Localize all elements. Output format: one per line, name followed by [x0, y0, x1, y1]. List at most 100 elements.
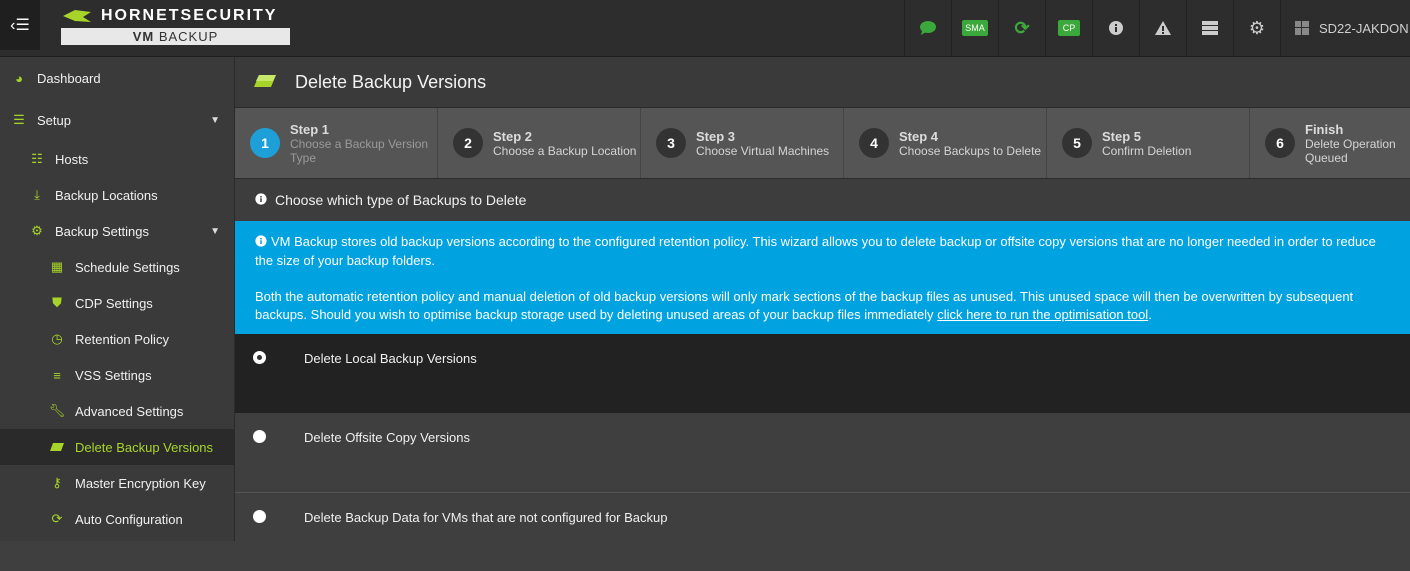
option-unconfigured-vm-data[interactable]: Delete Backup Data for VMs that are not …: [235, 492, 1410, 571]
step-number: 3: [656, 128, 686, 158]
sidebar-item-vss-settings[interactable]: ≡ VSS Settings: [0, 357, 234, 393]
step-number: 2: [453, 128, 483, 158]
refresh-button[interactable]: ⟳: [998, 0, 1045, 56]
sidebar-item-dashboard[interactable]: ◕ Dashboard: [0, 57, 234, 99]
radio-dot: [257, 355, 262, 360]
warning-button[interactable]: [1139, 0, 1186, 56]
page-header: Delete Backup Versions: [235, 57, 1410, 108]
step-description: Choose a Backup Version Type: [290, 136, 429, 165]
bars-icon: ≡: [53, 367, 61, 383]
wizard-step[interactable]: 6 Finish Delete Operation Queued: [1250, 108, 1410, 178]
cp-badge: CP: [1057, 20, 1081, 36]
wrench-icon: 🔧︎: [48, 403, 66, 418]
sidebar-item-label: Retention Policy: [75, 331, 169, 347]
sidebar-item-label: CDP Settings: [75, 295, 153, 311]
sidebar-item-label: VSS Settings: [75, 367, 152, 383]
option-offsite-copy-versions[interactable]: Delete Offsite Copy Versions: [235, 413, 1410, 492]
server-name: SD22-JAKDON: [1319, 20, 1409, 36]
chat-icon: [920, 21, 936, 35]
menu-toggle-button[interactable]: ‹☰: [0, 0, 40, 50]
sidebar-item-backup-settings[interactable]: ⚙ Backup Settings ▼: [0, 213, 234, 249]
info-paragraph: VM Backup stores old backup versions acc…: [255, 234, 1376, 268]
chevron-down-icon: ▼: [210, 114, 220, 126]
option-local-backup-versions[interactable]: Delete Local Backup Versions: [235, 334, 1410, 413]
sidebar-item-master-encryption-key[interactable]: ⚷ Master Encryption Key: [0, 465, 234, 501]
sidebar-item-retention-policy[interactable]: ◷ Retention Policy: [0, 321, 234, 357]
server-list-button[interactable]: [1186, 0, 1233, 56]
key-icon: ⚷: [52, 475, 62, 490]
step-title: Step 3: [696, 128, 736, 144]
section-title-text: Choose which type of Backups to Delete: [275, 192, 527, 208]
info-icon: [255, 234, 267, 252]
radio-button[interactable]: [253, 351, 266, 364]
eraser-icon: [253, 72, 277, 93]
sma-badge: SMA: [962, 20, 988, 36]
info-icon: [255, 192, 267, 208]
shield-icon: ⛊: [52, 295, 62, 310]
menu-collapse-icon: ‹☰: [10, 17, 30, 34]
refresh-icon: ⟳: [51, 511, 63, 526]
logo: HORNETSECURITY VM BACKUP: [61, 6, 290, 45]
wizard-step[interactable]: 2 Step 2 Choose a Backup Location: [438, 108, 641, 178]
step-number: 4: [859, 128, 889, 158]
top-bar: ‹☰ HORNETSECURITY VM BACKUP SMA ⟳ CP ⚙ S…: [0, 0, 1410, 57]
server-selector[interactable]: SD22-JAKDON: [1280, 0, 1410, 56]
option-label: Delete Backup Data for VMs that are not …: [304, 510, 668, 525]
option-label: Delete Offsite Copy Versions: [304, 430, 470, 445]
radio-button[interactable]: [253, 510, 266, 523]
download-icon: ⤓: [34, 187, 40, 202]
radio-button[interactable]: [253, 430, 266, 443]
warning-icon: [1155, 21, 1171, 35]
step-number: 6: [1265, 128, 1295, 158]
sidebar-item-auto-configuration[interactable]: ⟳ Auto Configuration: [0, 501, 234, 537]
hornet-icon: [63, 10, 91, 22]
wizard-step[interactable]: 4 Step 4 Choose Backups to Delete: [844, 108, 1047, 178]
option-label: Delete Local Backup Versions: [304, 351, 477, 366]
refresh-icon: ⟳: [1014, 17, 1030, 38]
gears-icon: ⚙: [31, 223, 43, 238]
info-button[interactable]: [1092, 0, 1139, 56]
sidebar-item-cdp-settings[interactable]: ⛊ CDP Settings: [0, 285, 234, 321]
section-title: Choose which type of Backups to Delete: [235, 179, 1410, 221]
settings-button[interactable]: ⚙: [1233, 0, 1280, 56]
sliders-icon: ☰: [13, 112, 25, 127]
sidebar-item-delete-backup-versions[interactable]: Delete Backup Versions: [0, 429, 234, 465]
step-title: Step 4: [899, 128, 939, 144]
server-list-icon: [1202, 21, 1218, 35]
info-box: VM Backup stores old backup versions acc…: [235, 221, 1410, 334]
sidebar-item-hosts[interactable]: ☷ Hosts: [0, 141, 234, 177]
main-content: Delete Backup Versions 1 Step 1 Choose a…: [235, 57, 1410, 541]
step-description: Choose Backups to Delete: [899, 143, 1042, 158]
gears-icon: ⚙: [1248, 17, 1266, 38]
wizard-step[interactable]: 5 Step 5 Confirm Deletion: [1047, 108, 1250, 178]
cp-button[interactable]: CP: [1045, 0, 1092, 56]
step-number: 1: [250, 128, 280, 158]
sidebar-item-label: Hosts: [55, 151, 89, 167]
step-title: Step 1: [290, 121, 330, 137]
sma-button[interactable]: SMA: [951, 0, 998, 56]
chat-button[interactable]: [904, 0, 951, 56]
sidebar-item-label: Auto Configuration: [75, 511, 183, 527]
wizard-step[interactable]: 3 Step 3 Choose Virtual Machines: [641, 108, 844, 178]
calendar-icon: ▦: [50, 259, 64, 274]
sidebar-item-advanced-settings[interactable]: 🔧︎ Advanced Settings: [0, 393, 234, 429]
optimisation-tool-link[interactable]: click here to run the optimisation tool: [937, 307, 1148, 322]
step-description: Delete Operation Queued: [1305, 136, 1396, 165]
sidebar-item-backup-locations[interactable]: ⤓ Backup Locations: [0, 177, 234, 213]
list-icon: ☷: [31, 151, 43, 166]
chevron-down-icon: ▼: [210, 225, 220, 237]
step-title: Step 2: [493, 128, 533, 144]
wizard-steps: 1 Step 1 Choose a Backup Version Type 2 …: [235, 108, 1410, 179]
sidebar-item-schedule-settings[interactable]: ▦ Schedule Settings: [0, 249, 234, 285]
step-description: Choose Virtual Machines: [696, 143, 830, 158]
windows-icon: [1295, 21, 1309, 35]
wizard-step[interactable]: 1 Step 1 Choose a Backup Version Type: [235, 108, 438, 178]
sidebar-item-label: Backup Locations: [55, 187, 158, 203]
page-title: Delete Backup Versions: [295, 71, 487, 92]
logo-text: HORNETSECURITY: [101, 7, 278, 24]
step-title: Finish: [1305, 121, 1344, 137]
step-number: 5: [1062, 128, 1092, 158]
sidebar-item-setup[interactable]: ☰ Setup ▼: [0, 99, 234, 141]
step-description: Confirm Deletion: [1102, 143, 1192, 158]
sidebar-item-label: Dashboard: [37, 70, 101, 86]
